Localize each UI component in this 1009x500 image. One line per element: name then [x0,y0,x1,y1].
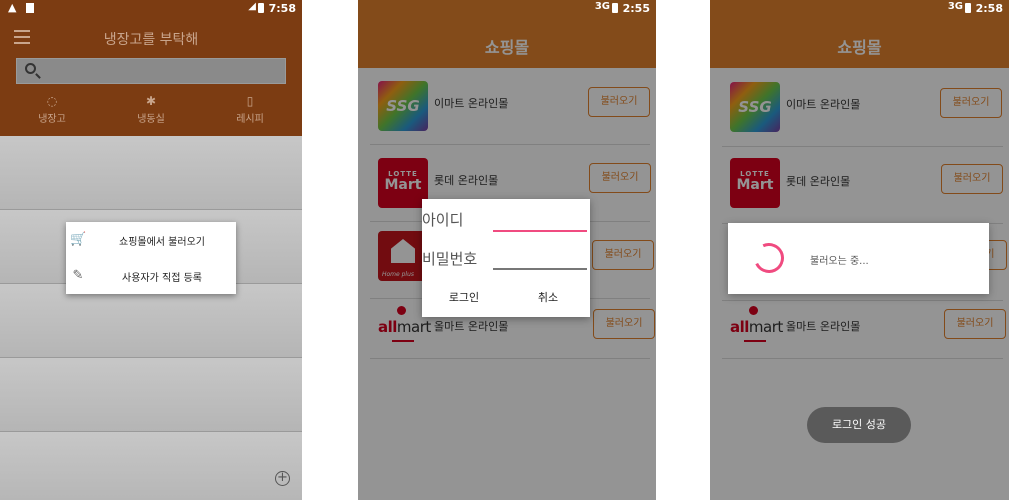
add-item-dialog: 🛒 쇼핑몰에서 불러오기 ✎ 사용자가 직접 등록 [66,222,236,294]
status-bar: 3G 2:55 [358,0,656,18]
battery-icon [612,3,618,13]
tab-label: 레시피 [236,114,264,125]
password-field[interactable] [493,268,587,270]
id-field[interactable] [493,230,587,232]
page-title: 냉장고를 부탁해 [103,32,199,48]
signal-icon: 3G [947,1,963,12]
water-drop-icon: ◌ [46,94,58,108]
id-label: 아이디 [422,211,464,229]
cancel-button[interactable]: 취소 [518,289,578,305]
shelf-row [0,358,302,432]
spinner-icon [749,238,789,278]
shelf-row [0,284,302,358]
snowflake-icon: ✱ [145,94,157,108]
tab-label: 냉장고 [38,114,66,125]
password-label: 비밀번호 [422,250,478,268]
shelf-row [0,136,302,210]
import-from-mall-option[interactable]: 🛒 쇼핑몰에서 불러오기 [66,222,236,258]
recipe-icon: ▯ [246,94,254,108]
fridge-shelves [0,136,302,500]
tab-freezer[interactable]: ✱ 냉동실 [111,92,191,125]
status-time: 2:58 [975,2,1003,15]
loading-text: 불러오는 중... [810,256,869,267]
status-bar: 3G 2:58 [710,0,1009,18]
screen-mall-loading: 쇼핑몰 SSG 이마트 온라인몰 불러오기 LOTTE Mart 롯데 온라인몰… [710,0,1009,500]
login-dialog: 아이디 비밀번호 로그인 취소 [422,199,590,317]
option-label: 사용자가 직접 등록 [122,273,202,284]
manual-register-option[interactable]: ✎ 사용자가 직접 등록 [66,258,236,294]
status-bar: ▲ ◢ 7:58 [0,0,302,18]
loading-dialog: 불러오는 중... [728,223,989,294]
status-time: 2:55 [622,2,650,15]
sd-card-icon [26,3,34,13]
battery-icon [965,3,971,13]
tab-recipe[interactable]: ▯ 레시피 [210,92,290,125]
pencil-icon: ✎ [72,268,84,283]
signal-icon: 3G [594,1,610,12]
status-time: 7:58 [268,2,296,15]
cart-icon: 🛒 [70,232,87,247]
search-icon [25,63,36,74]
battery-icon [258,3,264,13]
login-button[interactable]: 로그인 [434,289,494,305]
screen-mall-login: 쇼핑몰 SSG 이마트 온라인몰 불러오기 LOTTE Mart 롯데 온라인몰… [358,0,656,500]
app-header: ▲ ◢ 7:58 냉장고를 부탁해 ◌ 냉장고 ✱ 냉동실 ▯ 레시피 [0,0,302,136]
signal-icon: ◢ [248,1,256,12]
warning-icon: ▲ [8,1,17,14]
toast-message: 로그인 성공 [807,407,911,443]
add-button[interactable]: + [275,471,290,486]
screen-fridge-home: ▲ ◢ 7:58 냉장고를 부탁해 ◌ 냉장고 ✱ 냉동실 ▯ 레시피 🛒 쇼핑… [0,0,302,500]
tab-label: 냉동실 [137,114,165,125]
search-input[interactable] [16,58,286,84]
option-label: 쇼핑몰에서 불러오기 [119,237,205,248]
shelf-row [0,432,302,500]
tab-fridge[interactable]: ◌ 냉장고 [12,92,92,125]
